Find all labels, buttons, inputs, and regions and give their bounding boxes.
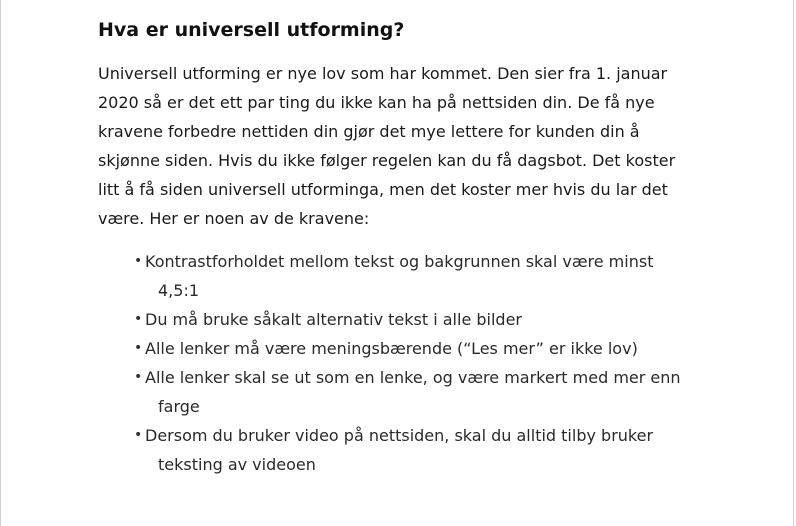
list-item-text: Alle lenker må være meningsbærende (“Les… bbox=[145, 339, 638, 358]
bullet-icon: • bbox=[134, 340, 143, 356]
bullet-icon: • bbox=[134, 253, 143, 269]
bullet-icon: • bbox=[134, 311, 143, 327]
article-intro: Universell utforming er nye lov som har … bbox=[98, 64, 676, 228]
article: Hva er universell utforming? Universell … bbox=[98, 14, 698, 479]
article-heading: Hva er universell utforming? bbox=[98, 19, 405, 41]
bullet-icon: • bbox=[134, 369, 143, 385]
list-item: • Alle lenker må være meningsbærende (“L… bbox=[134, 334, 698, 363]
list-item: • Du må bruke såkalt alternativ tekst i … bbox=[134, 305, 698, 334]
list-item-text: Alle lenker skal se ut som en lenke, og … bbox=[145, 368, 681, 416]
list-item-text: Kontrastforholdet mellom tekst og bakgru… bbox=[145, 252, 654, 300]
requirements-list: • Kontrastforholdet mellom tekst og bakg… bbox=[98, 247, 698, 479]
list-item: • Dersom du bruker video på nettsiden, s… bbox=[134, 421, 698, 479]
list-item: • Alle lenker skal se ut som en lenke, o… bbox=[134, 363, 698, 421]
list-item: • Kontrastforholdet mellom tekst og bakg… bbox=[134, 247, 698, 305]
list-item-text: Dersom du bruker video på nettsiden, ska… bbox=[145, 426, 654, 474]
list-item-text: Du må bruke såkalt alternativ tekst i al… bbox=[145, 310, 522, 329]
bullet-icon: • bbox=[134, 427, 143, 443]
